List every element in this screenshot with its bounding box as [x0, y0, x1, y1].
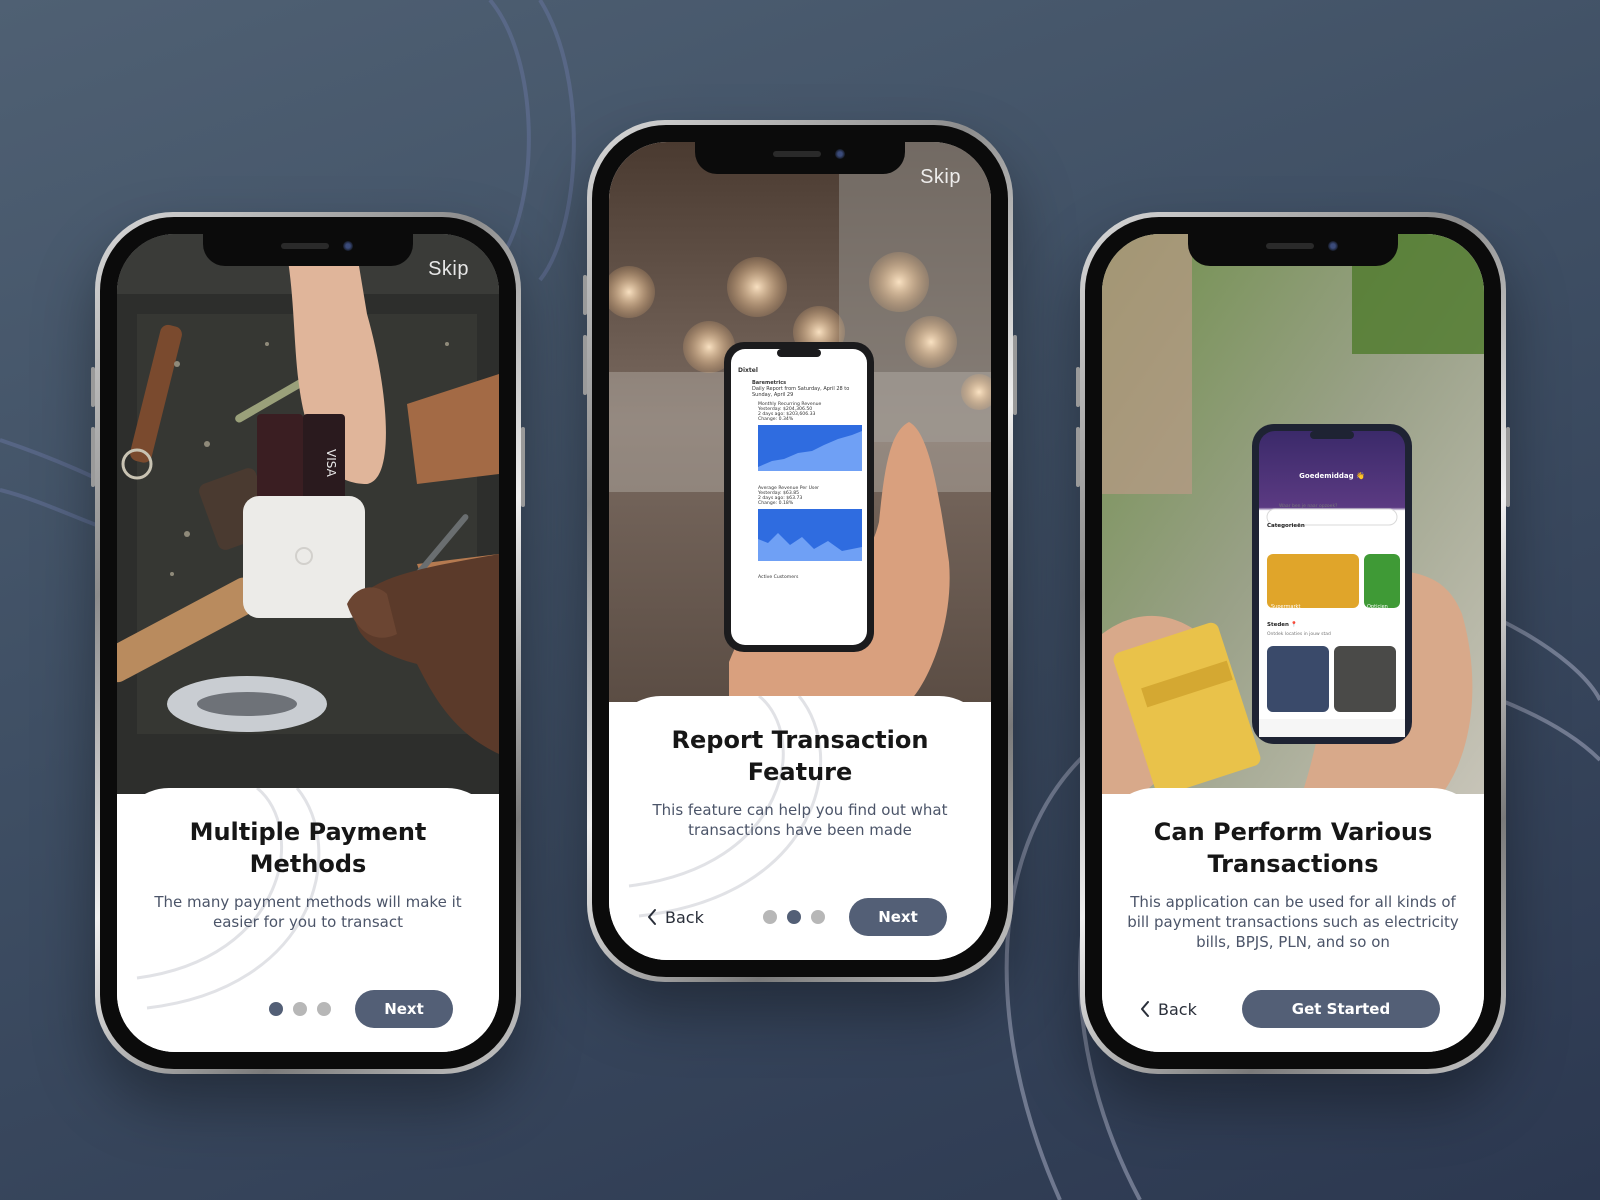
earpiece-speaker — [281, 243, 329, 249]
onboarding-card: Report Transaction Feature This feature … — [609, 696, 991, 960]
page-indicator — [269, 1002, 331, 1016]
metric-3-label: Active Customers — [758, 574, 799, 580]
phone-notch — [695, 142, 905, 174]
report-app-name: Dixtel — [738, 367, 758, 374]
onboarding-description: The many payment methods will make it ea… — [154, 893, 462, 931]
greeting-text: Goedemiddag 👋 — [1299, 472, 1365, 480]
onboarding-nav: Back Next — [609, 898, 991, 936]
front-camera-icon — [835, 149, 845, 159]
onboarding-card: Multiple Payment Methods The many paymen… — [117, 788, 499, 1052]
onboarding-description: This application can be used for all kin… — [1127, 893, 1459, 951]
revenue-chart — [758, 425, 862, 471]
arpu-chart — [758, 508, 862, 561]
volume-button — [1076, 427, 1080, 487]
chevron-left-icon — [648, 909, 656, 925]
power-button — [1506, 427, 1510, 507]
onboarding-screen-3: Goedemiddag 👋 Waar ben je naar opzoek? C… — [1102, 234, 1484, 1052]
report-phone-content: Dixtel Baremetrics Daily Report from Sat… — [738, 367, 862, 580]
phone-app-photo: Goedemiddag 👋 Waar ben je naar opzoek? C… — [1102, 234, 1484, 794]
card-payment-photo: VISA — [117, 234, 499, 794]
earpiece-speaker — [773, 151, 821, 157]
cities-subheading: Ontdek locaties in jouw stad — [1267, 632, 1331, 637]
back-label: Back — [665, 907, 704, 927]
front-camera-icon — [1328, 241, 1338, 251]
page-indicator — [763, 910, 825, 924]
volume-button — [91, 427, 95, 487]
phone-bezel: Goedemiddag 👋 Waar ben je naar opzoek? C… — [1076, 217, 1510, 1069]
power-button — [521, 427, 525, 507]
power-button — [1013, 335, 1017, 415]
skip-button[interactable]: Skip — [920, 166, 961, 189]
skip-button[interactable]: Skip — [428, 258, 469, 281]
search-placeholder: Waar ben je naar opzoek? — [1279, 504, 1338, 509]
onboarding-nav: Back Get Started — [1102, 990, 1484, 1028]
back-button[interactable]: Back — [1140, 990, 1197, 1028]
onboarding-title: Report Transaction Feature — [671, 726, 929, 786]
chevron-left-icon — [1141, 1001, 1149, 1017]
svg-text:VISA: VISA — [324, 449, 338, 478]
back-button[interactable]: Back — [647, 898, 704, 936]
category-label-1: Supermarkt — [1271, 604, 1301, 610]
back-label: Back — [1158, 999, 1197, 1019]
category-label-2: Opticien — [1367, 604, 1388, 610]
page-dot-3[interactable] — [811, 910, 825, 924]
next-button[interactable]: Next — [355, 990, 453, 1028]
phone-mockup-1: VISA Skip Multiple Payment Methods The m… — [91, 212, 525, 1074]
page-dot-2[interactable] — [293, 1002, 307, 1016]
volume-button — [583, 275, 587, 315]
metric-2-value-3: Change: 0.18% — [758, 500, 794, 506]
next-button[interactable]: Next — [849, 898, 947, 936]
get-started-button[interactable]: Get Started — [1242, 990, 1440, 1028]
onboarding-screen-1: VISA Skip Multiple Payment Methods The m… — [117, 234, 499, 1052]
volume-button — [1076, 367, 1080, 407]
phone-report-photo: Dixtel Baremetrics Daily Report from Sat… — [609, 142, 991, 702]
page-dot-1[interactable] — [763, 910, 777, 924]
onboarding-nav: Next — [117, 990, 499, 1028]
front-camera-icon — [343, 241, 353, 251]
volume-button — [583, 335, 587, 395]
phone-notch — [203, 234, 413, 266]
page-dot-3[interactable] — [317, 1002, 331, 1016]
earpiece-speaker — [1266, 243, 1314, 249]
onboarding-title: Can Perform Various Transactions — [1153, 818, 1433, 878]
categories-heading: Categorieën — [1267, 523, 1305, 529]
onboarding-title: Multiple Payment Methods — [189, 818, 427, 878]
phone-bezel: VISA Skip Multiple Payment Methods The m… — [91, 217, 525, 1069]
phone-notch — [1188, 234, 1398, 266]
cities-heading: Steden 📍 — [1267, 622, 1298, 628]
onboarding-card: Can Perform Various Transactions This ap… — [1102, 788, 1484, 1052]
onboarding-description: This feature can help you find out what … — [652, 801, 948, 839]
metric-1-value-3: Change: 0.34% — [758, 417, 794, 422]
page-dot-1[interactable] — [269, 1002, 283, 1016]
volume-button — [91, 367, 95, 407]
app-phone-content: Goedemiddag 👋 Waar ben je naar opzoek? C… — [1267, 472, 1397, 637]
onboarding-screen-2: Dixtel Baremetrics Daily Report from Sat… — [609, 142, 991, 960]
report-line: Daily Report from Saturday, April 28 to … — [752, 386, 850, 398]
page-dot-2[interactable] — [787, 910, 801, 924]
phone-mockup-3: Goedemiddag 👋 Waar ben je naar opzoek? C… — [1076, 212, 1510, 1074]
phone-bezel: Dixtel Baremetrics Daily Report from Sat… — [583, 125, 1017, 977]
phone-mockup-2: Dixtel Baremetrics Daily Report from Sat… — [583, 120, 1017, 982]
